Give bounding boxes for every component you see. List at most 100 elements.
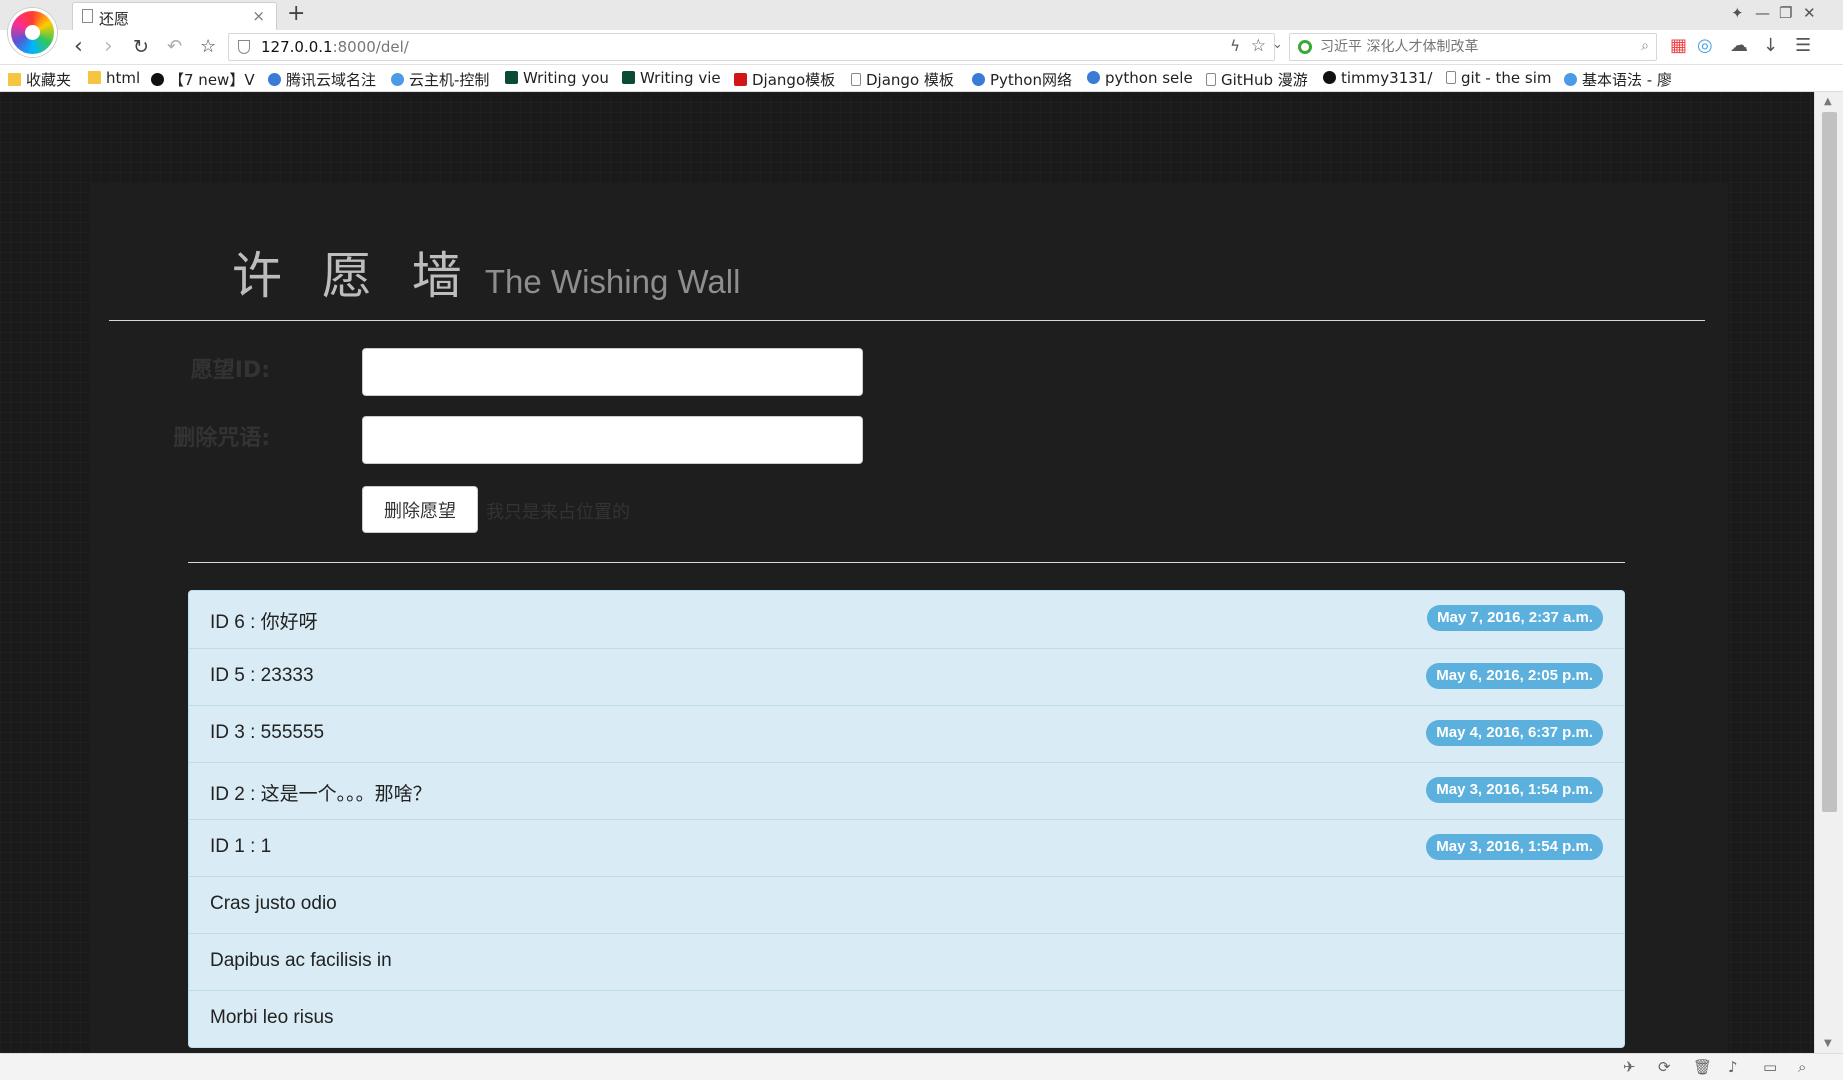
address-bar[interactable]: 127.0.0.1:8000/del/ ϟ ☆	[228, 33, 1275, 61]
bookmark-item[interactable]: GitHub 漫游	[1206, 69, 1308, 90]
apps-grid-icon[interactable]: ▦	[1670, 35, 1687, 56]
wish-text: ID 3 : 555555	[210, 722, 325, 743]
search-engine-icon[interactable]	[1298, 40, 1312, 54]
bookmark-label: GitHub 漫游	[1221, 71, 1308, 89]
bookmark-item[interactable]: Writing vie	[622, 69, 721, 87]
browser-logo-icon[interactable]	[8, 8, 57, 57]
download-icon[interactable]: ↓	[1763, 35, 1778, 56]
wish-list-item[interactable]: Dapibus ac facilisis in	[189, 933, 1624, 990]
date-badge: May 7, 2016, 2:37 a.m.	[1427, 605, 1603, 631]
close-window-button[interactable]: ✕	[1803, 4, 1816, 22]
wish-list: ID 6 : 你好呀 May 7, 2016, 2:37 a.m. ID 5 :…	[188, 590, 1625, 1048]
reload-icon[interactable]: ↻	[133, 36, 149, 58]
bookmark-item[interactable]: Python网络	[972, 69, 1072, 90]
page-icon	[851, 73, 861, 86]
placeholder-hint: 我只是来占位置的	[486, 502, 630, 523]
bookmark-item[interactable]: timmy3131/	[1323, 69, 1432, 87]
favorite-icon[interactable]: ☆	[200, 36, 216, 57]
chevron-down-icon[interactable]: ⌄	[1272, 37, 1283, 52]
url-host: 127.0.0.1	[261, 38, 333, 56]
minimize-button[interactable]: —	[1755, 4, 1770, 22]
bookmark-label: 云主机-控制	[409, 71, 490, 89]
spell-label: 删除咒语:	[173, 426, 270, 451]
bookmark-item[interactable]: Django模板	[734, 69, 835, 90]
bookmarks-bar: 收藏夹 html 【7 new】V 腾讯云域名注 云主机-控制 Writing …	[0, 65, 1843, 92]
bookmark-item[interactable]: html	[88, 69, 140, 87]
speed-mode-icon[interactable]: ϟ	[1230, 37, 1240, 55]
pin-icon[interactable]: ✈	[1623, 1058, 1636, 1076]
wish-list-item[interactable]: ID 3 : 555555 May 4, 2016, 6:37 p.m.	[189, 705, 1624, 762]
tab-close-icon[interactable]: ×	[252, 7, 265, 25]
vertical-scrollbar[interactable]: ▲ ▼	[1814, 92, 1843, 1053]
bookmark-label: 基本语法 - 廖	[1582, 71, 1672, 89]
django-icon	[505, 71, 518, 84]
back-icon[interactable]: ‹	[74, 34, 83, 59]
date-badge: May 4, 2016, 6:37 p.m.	[1426, 720, 1603, 746]
bookmark-item[interactable]: 收藏夹	[8, 69, 71, 90]
trash-icon[interactable]: 🗑	[1693, 1058, 1712, 1076]
wish-list-item[interactable]: ID 1 : 1 May 3, 2016, 1:54 p.m.	[189, 819, 1624, 876]
wish-text: ID 6 : 你好呀	[210, 612, 318, 633]
status-bar: ✈ ⟳ 🗑 ♪ ▭ ⌕	[0, 1053, 1843, 1080]
pin-icon[interactable]: ✦	[1731, 4, 1744, 22]
translate-icon[interactable]: ◎	[1697, 35, 1713, 56]
bookmark-item[interactable]: git - the sim	[1446, 69, 1552, 87]
bookmark-item[interactable]: Django 模板	[851, 69, 954, 90]
bookmark-label: html	[106, 69, 141, 87]
bookmark-item[interactable]: python sele	[1087, 69, 1193, 87]
bookmark-label: Django模板	[752, 71, 836, 89]
scroll-down-icon[interactable]: ▼	[1824, 1038, 1832, 1049]
csdn-icon	[734, 73, 747, 86]
new-tab-button[interactable]: +	[287, 1, 305, 26]
django-icon	[622, 71, 635, 84]
bookmark-label: python sele	[1105, 69, 1193, 87]
bookmark-label: timmy3131/	[1341, 69, 1433, 87]
wish-list-item[interactable]: ID 5 : 23333 May 6, 2016, 2:05 p.m.	[189, 648, 1624, 705]
page-icon	[1206, 73, 1216, 86]
scroll-up-icon[interactable]: ▲	[1824, 96, 1832, 107]
zoom-icon[interactable]: ⌕	[1798, 1058, 1806, 1076]
refresh-icon[interactable]: ⟳	[1658, 1058, 1671, 1076]
wish-list-item[interactable]: ID 6 : 你好呀 May 7, 2016, 2:37 a.m.	[189, 591, 1624, 648]
wish-list-item[interactable]: Morbi leo risus	[189, 990, 1624, 1047]
wish-text: ID 5 : 23333	[210, 665, 314, 686]
search-icon[interactable]: ⌕	[1641, 38, 1649, 54]
spell-input[interactable]	[362, 416, 863, 464]
browser-tab[interactable]: 还愿 ×	[72, 2, 277, 30]
bookmark-item[interactable]: 基本语法 - 廖	[1564, 69, 1672, 90]
bookmark-label: Writing you	[523, 69, 609, 87]
python-icon	[972, 73, 985, 86]
window-icon[interactable]: ▭	[1763, 1058, 1777, 1076]
bookmark-item[interactable]: Writing you	[505, 69, 609, 87]
menu-icon[interactable]: ☰	[1795, 35, 1811, 56]
wish-id-input[interactable]	[362, 348, 863, 396]
nav-bar: ‹ › ↻ ↶ ☆ 127.0.0.1:8000/del/ ϟ ☆ ⌄ ⌕ ▦ …	[0, 30, 1843, 65]
wish-text: Morbi leo risus	[210, 1007, 334, 1028]
maximize-button[interactable]: ❐	[1779, 4, 1792, 22]
wish-list-item[interactable]: Cras justo odio	[189, 876, 1624, 933]
undo-close-icon[interactable]: ↶	[167, 36, 182, 57]
bookmark-label: 【7 new】V	[169, 71, 255, 89]
search-input[interactable]	[1320, 36, 1620, 58]
delete-wish-button[interactable]: 删除愿望	[362, 486, 478, 533]
date-badge: May 3, 2016, 1:54 p.m.	[1426, 834, 1603, 860]
cloud-sync-icon[interactable]: ☁	[1730, 35, 1748, 56]
wish-id-label: 愿望ID:	[190, 358, 270, 383]
bookmark-star-icon[interactable]: ☆	[1251, 36, 1266, 56]
search-box[interactable]: ⌄ ⌕	[1272, 33, 1657, 61]
wish-text: ID 1 : 1	[210, 836, 272, 857]
wish-text: Dapibus ac facilisis in	[210, 950, 392, 971]
url-text[interactable]: 127.0.0.1:8000/del/	[261, 38, 409, 56]
url-path: :8000/del/	[332, 38, 409, 56]
title-divider	[109, 320, 1705, 321]
bookmark-item[interactable]: 腾讯云域名注	[268, 69, 376, 90]
bookmark-item[interactable]: 云主机-控制	[391, 69, 489, 90]
wish-list-item[interactable]: ID 2 : 这是一个。。。那啥？ May 3, 2016, 1:54 p.m.	[189, 762, 1624, 819]
wish-text: ID 2 : 这是一个。。。那啥？	[210, 784, 432, 805]
rocket-icon	[1564, 73, 1577, 86]
bookmark-item[interactable]: 【7 new】V	[151, 69, 255, 90]
forward-icon[interactable]: ›	[104, 34, 113, 59]
page-title: 许 愿 墙 The Wishing Wall	[232, 236, 740, 308]
volume-icon[interactable]: ♪	[1728, 1058, 1738, 1076]
scrollbar-thumb[interactable]	[1822, 112, 1837, 812]
